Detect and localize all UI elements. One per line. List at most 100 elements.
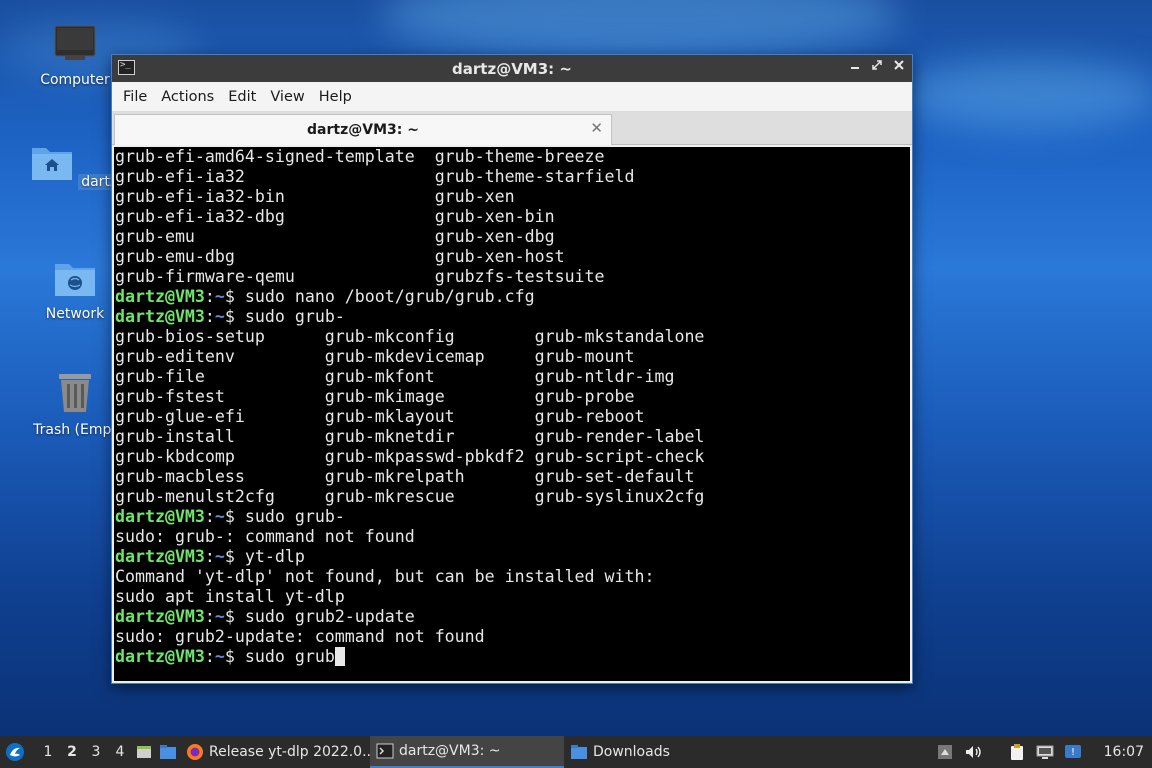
prompt-user: dartz@VM3	[115, 607, 205, 626]
terminal-output-line: Command 'yt-dlp' not found, but can be i…	[115, 567, 655, 586]
workspace-3[interactable]: 3	[84, 744, 108, 760]
tab-close-icon[interactable]: ✕	[590, 119, 603, 137]
prompt-path: ~	[214, 507, 225, 526]
network-status-button[interactable]	[1034, 741, 1056, 763]
file-manager-launcher[interactable]	[156, 740, 180, 764]
desktop-icon-computer[interactable]: Computer	[27, 24, 123, 88]
firefox-icon	[187, 744, 203, 760]
menu-help[interactable]: Help	[312, 82, 359, 112]
notification-icon: !	[1064, 745, 1081, 758]
terminal-output-line: grub-install grub-mknetdir grub-render-l…	[115, 427, 705, 446]
network-icon	[1036, 745, 1054, 759]
terminal-output-line: sudo apt install yt-dlp	[115, 587, 345, 606]
clipboard-button[interactable]	[1006, 741, 1028, 763]
folder-icon	[571, 745, 587, 759]
terminal-output[interactable]: grub-efi-amd64-signed-template grub-them…	[114, 147, 910, 681]
terminal-lines: grub-efi-amd64-signed-template grub-them…	[114, 147, 910, 667]
prompt-symbol: $	[224, 607, 245, 626]
prompt-separator: :	[204, 307, 215, 326]
tray-up-button[interactable]	[934, 741, 956, 763]
menu-edit[interactable]: Edit	[221, 82, 263, 112]
prompt-separator: :	[204, 607, 215, 626]
menubar: File Actions Edit View Help	[112, 82, 912, 112]
system-tray: ! 16:07	[934, 736, 1152, 768]
tab-label: dartz@VM3: ~	[307, 122, 419, 138]
desktop-icon-home[interactable]: dartz	[27, 142, 123, 190]
volume-button[interactable]	[962, 741, 984, 763]
task-label: Downloads	[593, 744, 670, 760]
home-folder-icon	[31, 148, 72, 180]
arrow-up-icon	[937, 745, 952, 759]
tab-terminal[interactable]: dartz@VM3: ~ ✕	[114, 114, 612, 145]
terminal-prompt-line: dartz@VM3:~$ sudo nano /boot/grub/grub.c…	[115, 287, 910, 307]
prompt-symbol: $	[224, 507, 245, 526]
task-downloads[interactable]: Downloads	[564, 736, 744, 768]
prompt-symbol: $	[224, 547, 245, 566]
text-cursor	[334, 647, 345, 666]
computer-icon	[54, 25, 96, 60]
desktop-icon-label: Trash (Empt	[33, 422, 117, 438]
clock[interactable]: 16:07	[1104, 744, 1144, 760]
task-label: Release yt-dlp 2022.0...	[209, 744, 370, 760]
task-label: dartz@VM3: ~	[399, 743, 501, 759]
workspace-1[interactable]: 1	[36, 744, 60, 760]
desktop-icon-network[interactable]: Network	[27, 258, 123, 322]
menu-view[interactable]: View	[263, 82, 311, 112]
start-menu-button[interactable]	[0, 736, 30, 768]
close-icon	[894, 60, 904, 70]
terminal-output-line: grub-emu-dbg grub-xen-host	[115, 247, 565, 266]
prompt-separator: :	[204, 647, 215, 666]
prompt-path: ~	[214, 547, 225, 566]
folder-icon	[160, 745, 176, 759]
terminal-output-line: grub-editenv grub-mkdevicemap grub-mount	[115, 347, 635, 366]
terminal-output-line: grub-bios-setup grub-mkconfig grub-mksta…	[115, 327, 705, 346]
window-title: dartz@VM3: ~	[452, 59, 572, 78]
maximize-button[interactable]	[870, 59, 884, 77]
workspace-4[interactable]: 4	[108, 744, 132, 760]
volume-icon	[965, 746, 981, 758]
terminal-output-line: sudo: grub-: command not found	[115, 527, 415, 546]
command-text: yt-dlp	[244, 547, 305, 566]
command-text: sudo grub-	[244, 307, 345, 326]
prompt-symbol: $	[224, 647, 245, 666]
notification-button[interactable]: !	[1062, 741, 1084, 763]
terminal-app-icon	[118, 60, 135, 75]
window-titlebar[interactable]: dartz@VM3: ~	[112, 55, 912, 82]
terminal-output-line: grub-efi-amd64-signed-template grub-them…	[115, 147, 605, 166]
terminal-output-line: grub-glue-efi grub-mklayout grub-reboot	[115, 407, 645, 426]
network-folder-icon	[55, 264, 95, 296]
terminal-output-line: grub-file grub-mkfont grub-ntldr-img	[115, 367, 675, 386]
prompt-symbol: $	[224, 307, 245, 326]
terminal-prompt-line: dartz@VM3:~$ sudo grub-	[115, 307, 910, 327]
terminal-window[interactable]: dartz@VM3: ~ File Actions Edit View Help…	[111, 54, 913, 684]
minimize-icon	[851, 67, 859, 69]
show-desktop-button[interactable]	[132, 740, 156, 764]
task-firefox[interactable]: Release yt-dlp 2022.0...	[180, 736, 370, 768]
svg-text:!: !	[1071, 747, 1075, 758]
terminal-output-line: grub-menulst2cfg grub-mkrescue grub-sysl…	[115, 487, 705, 506]
wallpaper-highlight	[380, 0, 900, 60]
terminal-output-line: sudo: grub2-update: command not found	[115, 627, 485, 646]
terminal-output-line: grub-kbdcomp grub-mkpasswd-pbkdf2 grub-s…	[115, 447, 705, 466]
terminal-output-line: grub-fstest grub-mkimage grub-probe	[115, 387, 635, 406]
menu-file[interactable]: File	[116, 82, 154, 112]
lubuntu-logo-icon	[6, 743, 24, 761]
desktop-icon-label: Computer	[40, 72, 110, 88]
desktop-icon-trash[interactable]: Trash (Empt	[27, 372, 123, 438]
prompt-separator: :	[204, 507, 215, 526]
prompt-path: ~	[214, 607, 225, 626]
close-button[interactable]	[892, 59, 906, 77]
prompt-symbol: $	[224, 287, 245, 306]
prompt-user: dartz@VM3	[115, 287, 205, 306]
prompt-path: ~	[214, 307, 225, 326]
menu-actions[interactable]: Actions	[154, 82, 221, 112]
show-desktop-icon	[137, 746, 151, 758]
task-terminal[interactable]: dartz@VM3: ~	[370, 736, 564, 768]
wallpaper-highlight	[900, 60, 1152, 130]
trash-icon	[59, 374, 91, 412]
minimize-button[interactable]	[848, 59, 862, 77]
maximize-icon	[872, 60, 882, 70]
workspace-2[interactable]: 2	[60, 744, 84, 760]
prompt-separator: :	[204, 547, 215, 566]
terminal-prompt-line: dartz@VM3:~$ sudo grub2-update	[115, 607, 910, 627]
